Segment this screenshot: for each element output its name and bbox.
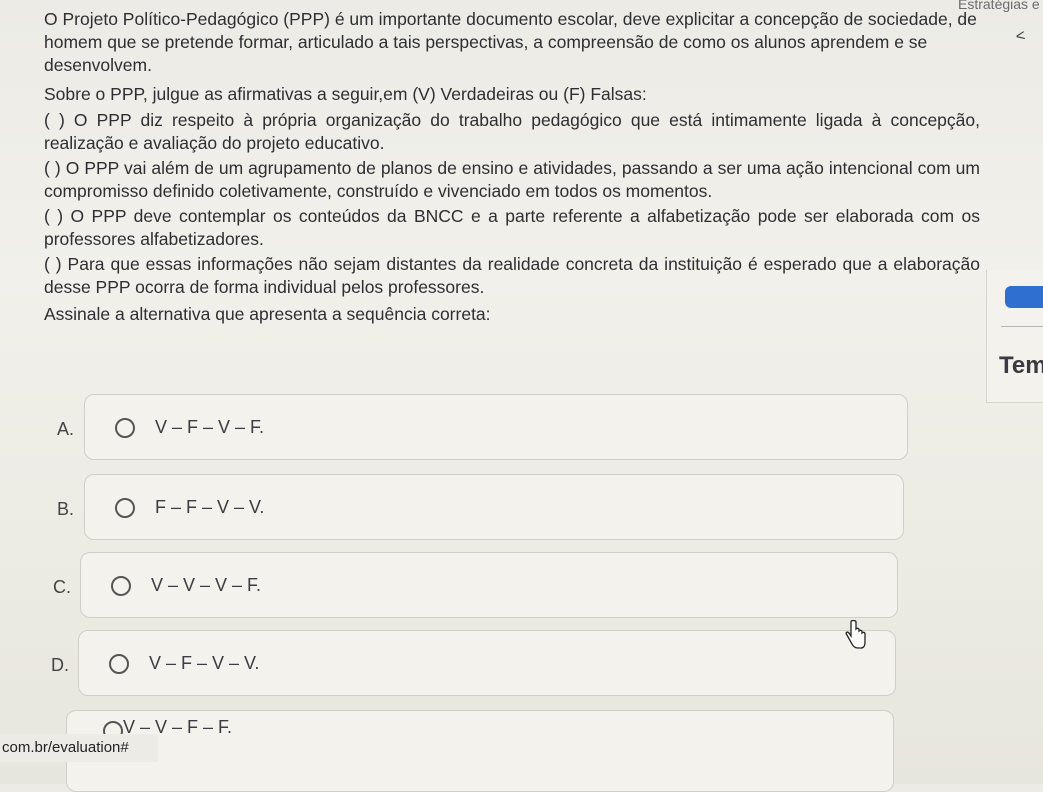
option-letter: C. (53, 577, 71, 597)
side-panel-label: Tem (999, 352, 1043, 379)
option-letter: A. (57, 419, 75, 439)
side-panel-divider (1001, 326, 1043, 327)
option-e[interactable]: V – V – F – F. (66, 710, 894, 792)
option-text: F – F – V – V. (155, 497, 265, 517)
hand-cursor-icon (845, 620, 866, 649)
option-a[interactable]: A. V – F – V – F. (57, 394, 908, 460)
chevron-icon[interactable]: ˂ (1015, 27, 1027, 46)
option-letter: B. (57, 499, 75, 519)
radio-button-icon[interactable] (115, 418, 135, 438)
answer-options: A. V – F – V – F. B. F – F – V – V. C. V… (0, 392, 1043, 792)
statement-1: ( ) O PPP diz respeito à própria organiz… (44, 110, 980, 153)
option-b[interactable]: B. F – F – V – V. (57, 474, 904, 540)
side-panel: Tem (986, 270, 1043, 403)
radio-button-icon[interactable] (109, 654, 129, 674)
statement-3: ( ) O PPP deve contemplar os conteúdos d… (44, 206, 980, 249)
question-prompt: Sobre o PPP, julgue as afirmativas a seg… (44, 84, 647, 104)
radio-button-icon[interactable] (111, 576, 131, 596)
option-c[interactable]: C. V – V – V – F. (53, 552, 898, 618)
option-text: V – V – V – F. (151, 575, 262, 595)
option-letter: D. (51, 655, 69, 675)
question-intro: O Projeto Político-Pedagógico (PPP) é um… (44, 9, 977, 75)
option-text: V – F – V – F. (155, 417, 265, 437)
side-panel-button[interactable] (1005, 286, 1043, 308)
question-body: O Projeto Político-Pedagógico (PPP) é um… (44, 8, 980, 329)
status-url: com.br/evaluation# (0, 734, 158, 762)
option-d[interactable]: D. V – F – V – V. (51, 630, 896, 696)
statement-4: ( ) Para que essas informações não sejam… (44, 254, 980, 297)
option-text: V – F – V – V. (149, 653, 260, 673)
radio-button-icon[interactable] (115, 498, 135, 518)
question-instruction: Assinale a alternativa que apresenta a s… (44, 304, 491, 324)
statement-2: ( ) O PPP vai além de um agrupamento de … (44, 158, 980, 201)
